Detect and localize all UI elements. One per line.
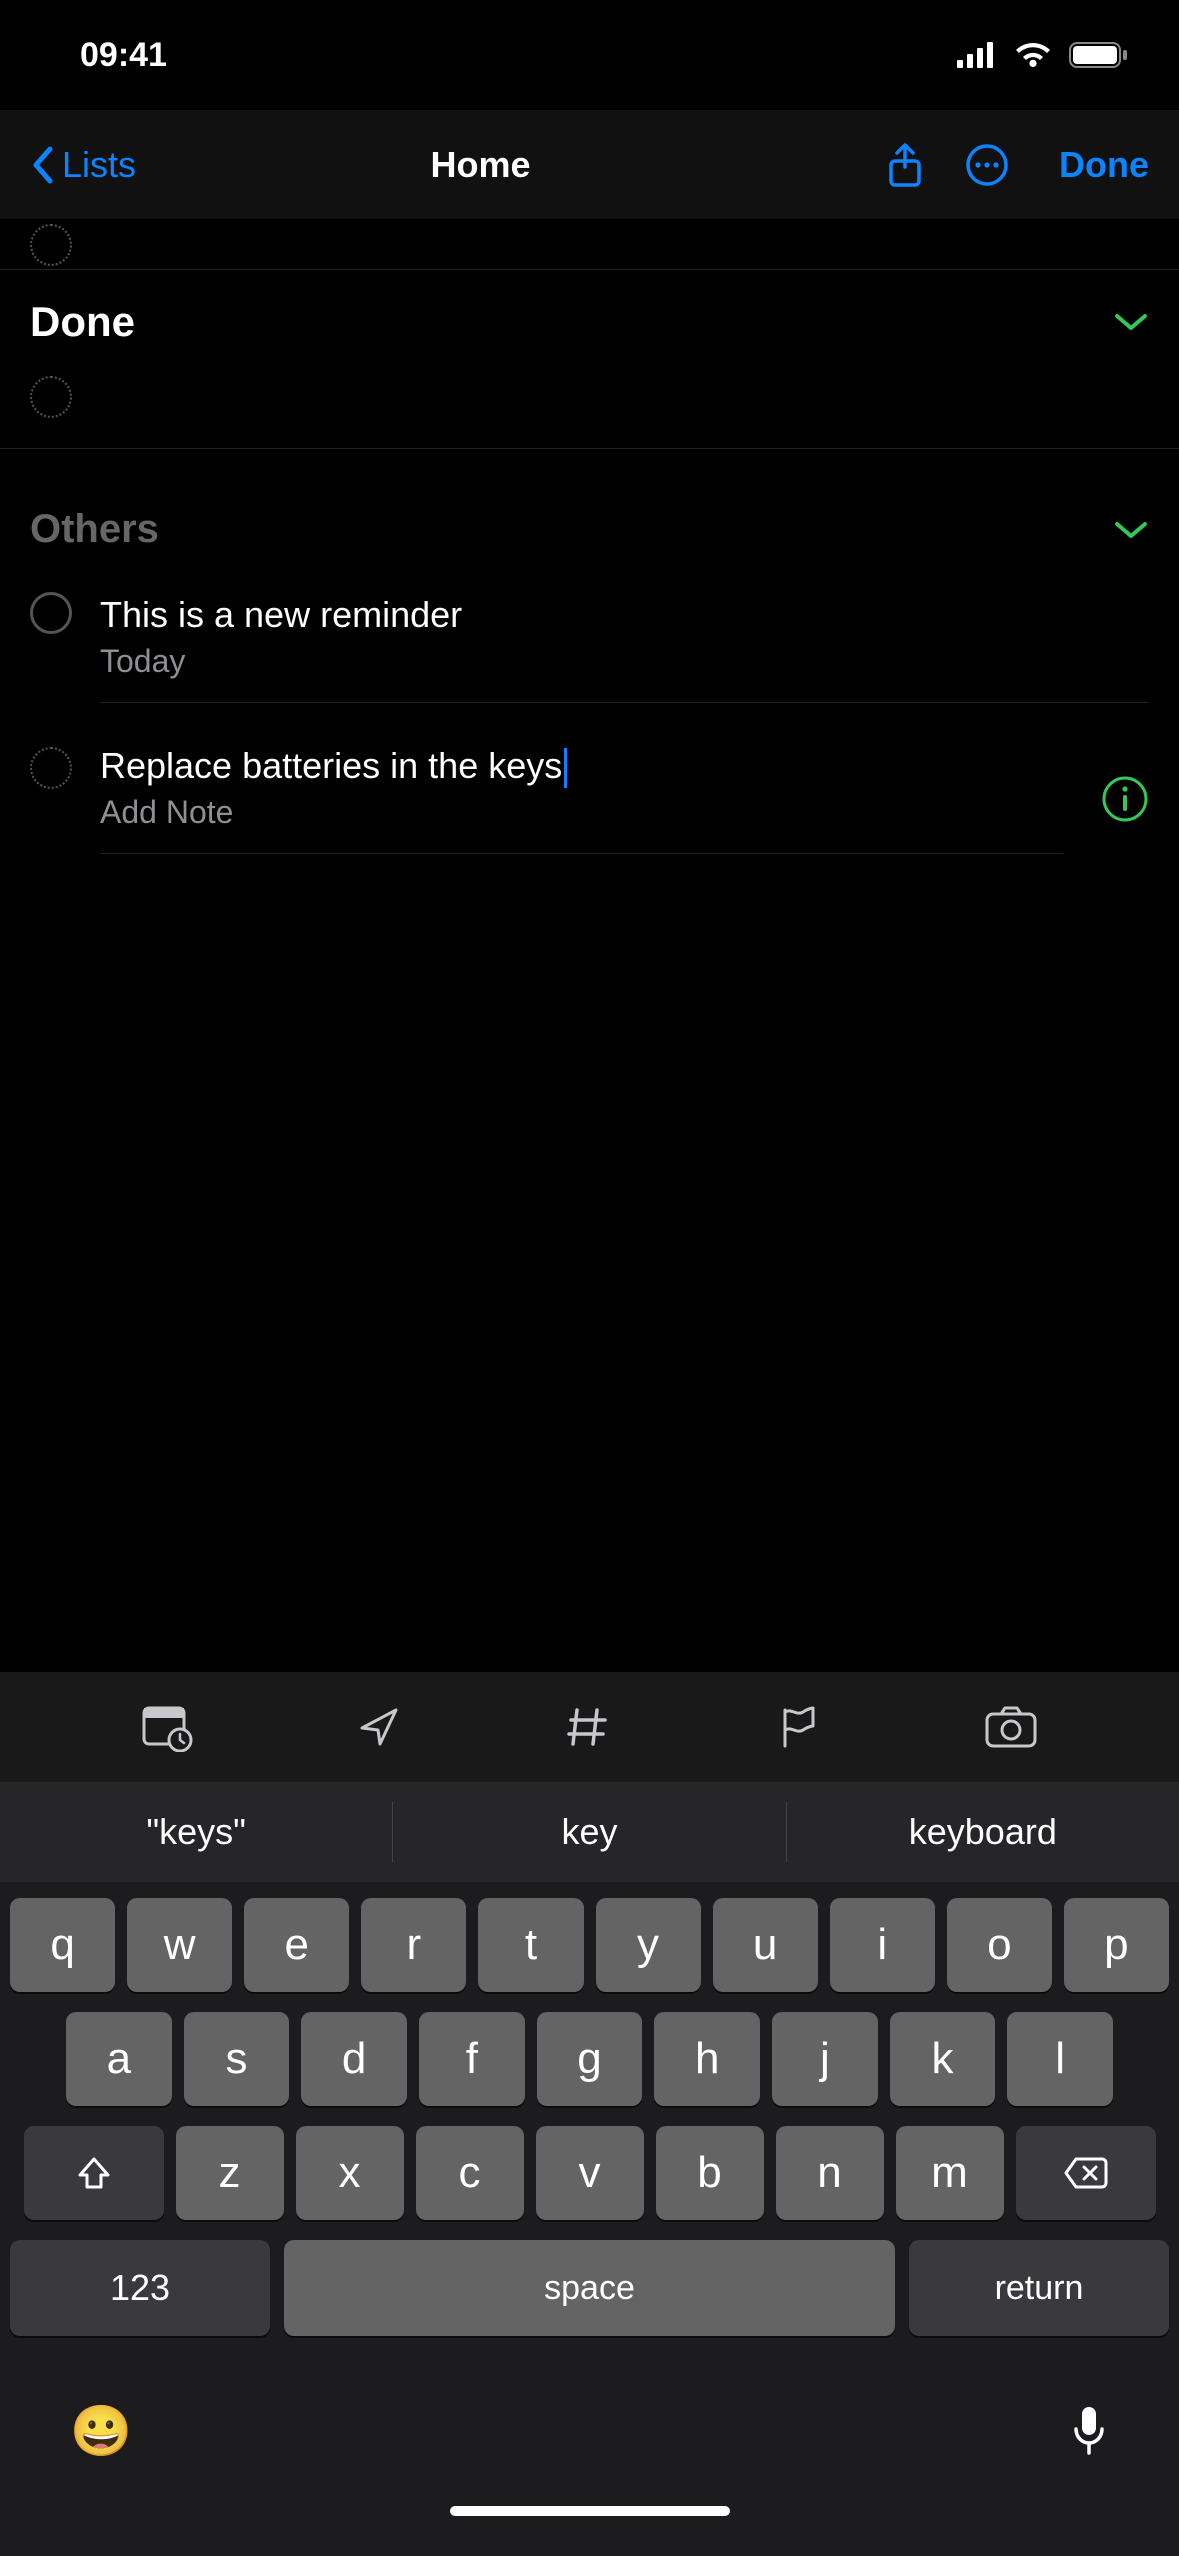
section-header-done[interactable]: Done: [0, 270, 1179, 366]
share-icon: [885, 141, 925, 189]
reminder-date: Today: [100, 643, 1149, 680]
numbers-key[interactable]: 123: [10, 2240, 270, 2336]
shift-key[interactable]: [24, 2126, 164, 2220]
chevron-left-icon: [30, 145, 56, 185]
calendar-button[interactable]: [140, 1702, 194, 1752]
reminder-title[interactable]: This is a new reminder: [100, 592, 1149, 637]
cellular-icon: [957, 42, 997, 68]
reminder-row[interactable]: Replace batteries in the keys Add Note: [0, 723, 1179, 874]
suggestion[interactable]: "keys": [0, 1782, 392, 1882]
key-q[interactable]: q: [10, 1898, 115, 1992]
key-n[interactable]: n: [776, 2126, 884, 2220]
chevron-down-icon: [1113, 518, 1149, 542]
hashtag-icon: [563, 1702, 613, 1752]
reminder-quick-bar: [0, 1672, 1179, 1782]
status-indicators: [957, 41, 1129, 69]
page-title: Home: [86, 144, 875, 186]
key-d[interactable]: d: [301, 2012, 407, 2106]
key-t[interactable]: t: [478, 1898, 583, 1992]
key-o[interactable]: o: [947, 1898, 1052, 1992]
reminder-checkbox[interactable]: [30, 376, 72, 418]
key-a[interactable]: a: [66, 2012, 172, 2106]
key-z[interactable]: z: [176, 2126, 284, 2220]
done-button[interactable]: Done: [1049, 144, 1149, 186]
status-bar: 09:41: [0, 0, 1179, 110]
space-key[interactable]: space: [284, 2240, 895, 2336]
nav-bar: Lists Home Done: [0, 110, 1179, 220]
location-button[interactable]: [354, 1702, 404, 1752]
key-x[interactable]: x: [296, 2126, 404, 2220]
section-title: Others: [30, 507, 159, 552]
key-i[interactable]: i: [830, 1898, 935, 1992]
microphone-icon: [1069, 2403, 1109, 2459]
reminder-title-input[interactable]: Replace batteries in the keys: [100, 743, 567, 788]
tag-button[interactable]: [563, 1702, 613, 1752]
flag-icon: [773, 1702, 823, 1752]
keyboard-bottom-row: 😀: [0, 2366, 1179, 2496]
camera-button[interactable]: [983, 1704, 1039, 1750]
suggestion[interactable]: keyboard: [787, 1782, 1179, 1882]
backspace-icon: [1062, 2155, 1110, 2191]
suggestion[interactable]: key: [393, 1782, 785, 1882]
backspace-key[interactable]: [1016, 2126, 1156, 2220]
reminder-checkbox[interactable]: [30, 747, 72, 789]
key-y[interactable]: y: [596, 1898, 701, 1992]
reminder-checkbox[interactable]: [30, 592, 72, 634]
key-s[interactable]: s: [184, 2012, 290, 2106]
calendar-clock-icon: [140, 1702, 194, 1752]
wifi-icon: [1013, 41, 1053, 69]
text-cursor: [564, 748, 567, 788]
location-arrow-icon: [354, 1702, 404, 1752]
key-l[interactable]: l: [1007, 2012, 1113, 2106]
share-button[interactable]: [885, 141, 925, 189]
battery-icon: [1069, 41, 1129, 69]
ellipsis-circle-icon: [965, 143, 1009, 187]
key-h[interactable]: h: [654, 2012, 760, 2106]
status-time: 09:41: [80, 36, 167, 75]
empty-reminder-row[interactable]: [0, 366, 1179, 449]
home-indicator[interactable]: [450, 2506, 730, 2516]
key-g[interactable]: g: [537, 2012, 643, 2106]
reminders-content: Done Others This is a new reminder Today…: [0, 220, 1179, 1672]
key-u[interactable]: u: [713, 1898, 818, 1992]
key-j[interactable]: j: [772, 2012, 878, 2106]
keyboard: q w e r t y u i o p a s d f g h j k l z …: [0, 1882, 1179, 2366]
return-key[interactable]: return: [909, 2240, 1169, 2336]
emoji-button[interactable]: 😀: [70, 2402, 132, 2461]
section-title: Done: [30, 298, 135, 346]
flag-button[interactable]: [773, 1702, 823, 1752]
key-m[interactable]: m: [896, 2126, 1004, 2220]
key-v[interactable]: v: [536, 2126, 644, 2220]
info-circle-icon: [1101, 775, 1149, 823]
key-e[interactable]: e: [244, 1898, 349, 1992]
key-b[interactable]: b: [656, 2126, 764, 2220]
chevron-down-icon: [1113, 310, 1149, 334]
reminder-note-placeholder[interactable]: Add Note: [100, 794, 1063, 831]
previous-reminder-peek[interactable]: [0, 220, 1179, 270]
key-w[interactable]: w: [127, 1898, 232, 1992]
info-button[interactable]: [1101, 775, 1149, 823]
reminder-checkbox[interactable]: [30, 224, 72, 266]
suggestion-bar: "keys" key keyboard: [0, 1782, 1179, 1882]
camera-icon: [983, 1704, 1039, 1750]
dictation-button[interactable]: [1069, 2403, 1109, 2459]
key-p[interactable]: p: [1064, 1898, 1169, 1992]
home-indicator-area: [0, 2496, 1179, 2556]
more-button[interactable]: [965, 143, 1009, 187]
section-header-others[interactable]: Others: [0, 479, 1179, 572]
key-r[interactable]: r: [361, 1898, 466, 1992]
key-k[interactable]: k: [890, 2012, 996, 2106]
reminder-row[interactable]: This is a new reminder Today: [0, 572, 1179, 723]
key-c[interactable]: c: [416, 2126, 524, 2220]
key-f[interactable]: f: [419, 2012, 525, 2106]
shift-icon: [74, 2153, 114, 2193]
